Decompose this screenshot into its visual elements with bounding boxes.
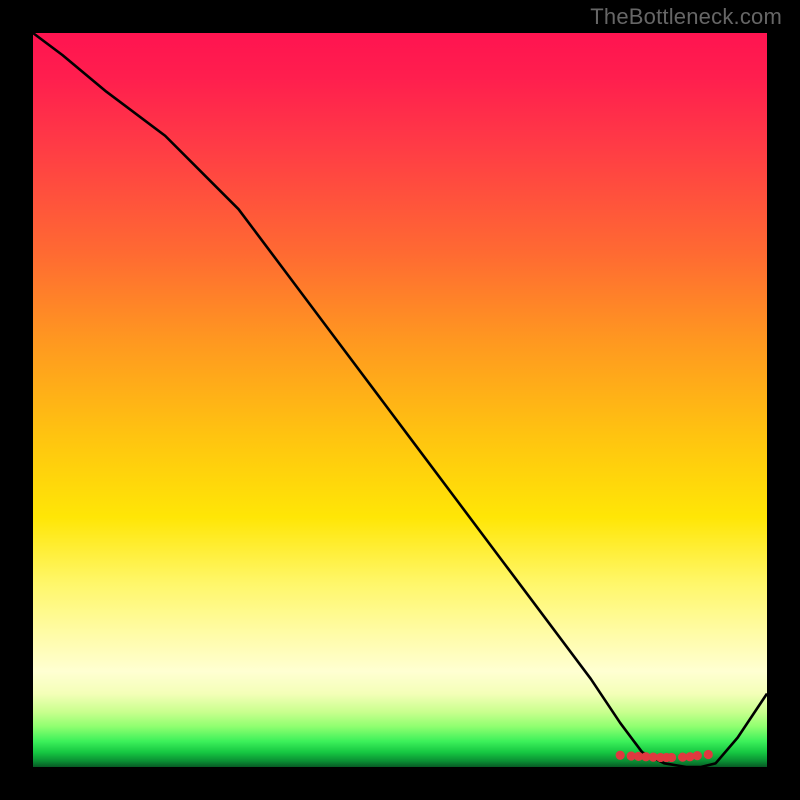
trough-markers [616,750,713,762]
bottleneck-curve-line [33,33,767,767]
trough-marker [704,750,713,759]
trough-marker [667,753,676,762]
trough-marker [693,751,702,760]
trough-marker [616,751,625,760]
plot-area [33,33,767,767]
chart-overlay-svg [33,33,767,767]
watermark-text: TheBottleneck.com [590,4,782,30]
chart-frame: TheBottleneck.com [0,0,800,800]
